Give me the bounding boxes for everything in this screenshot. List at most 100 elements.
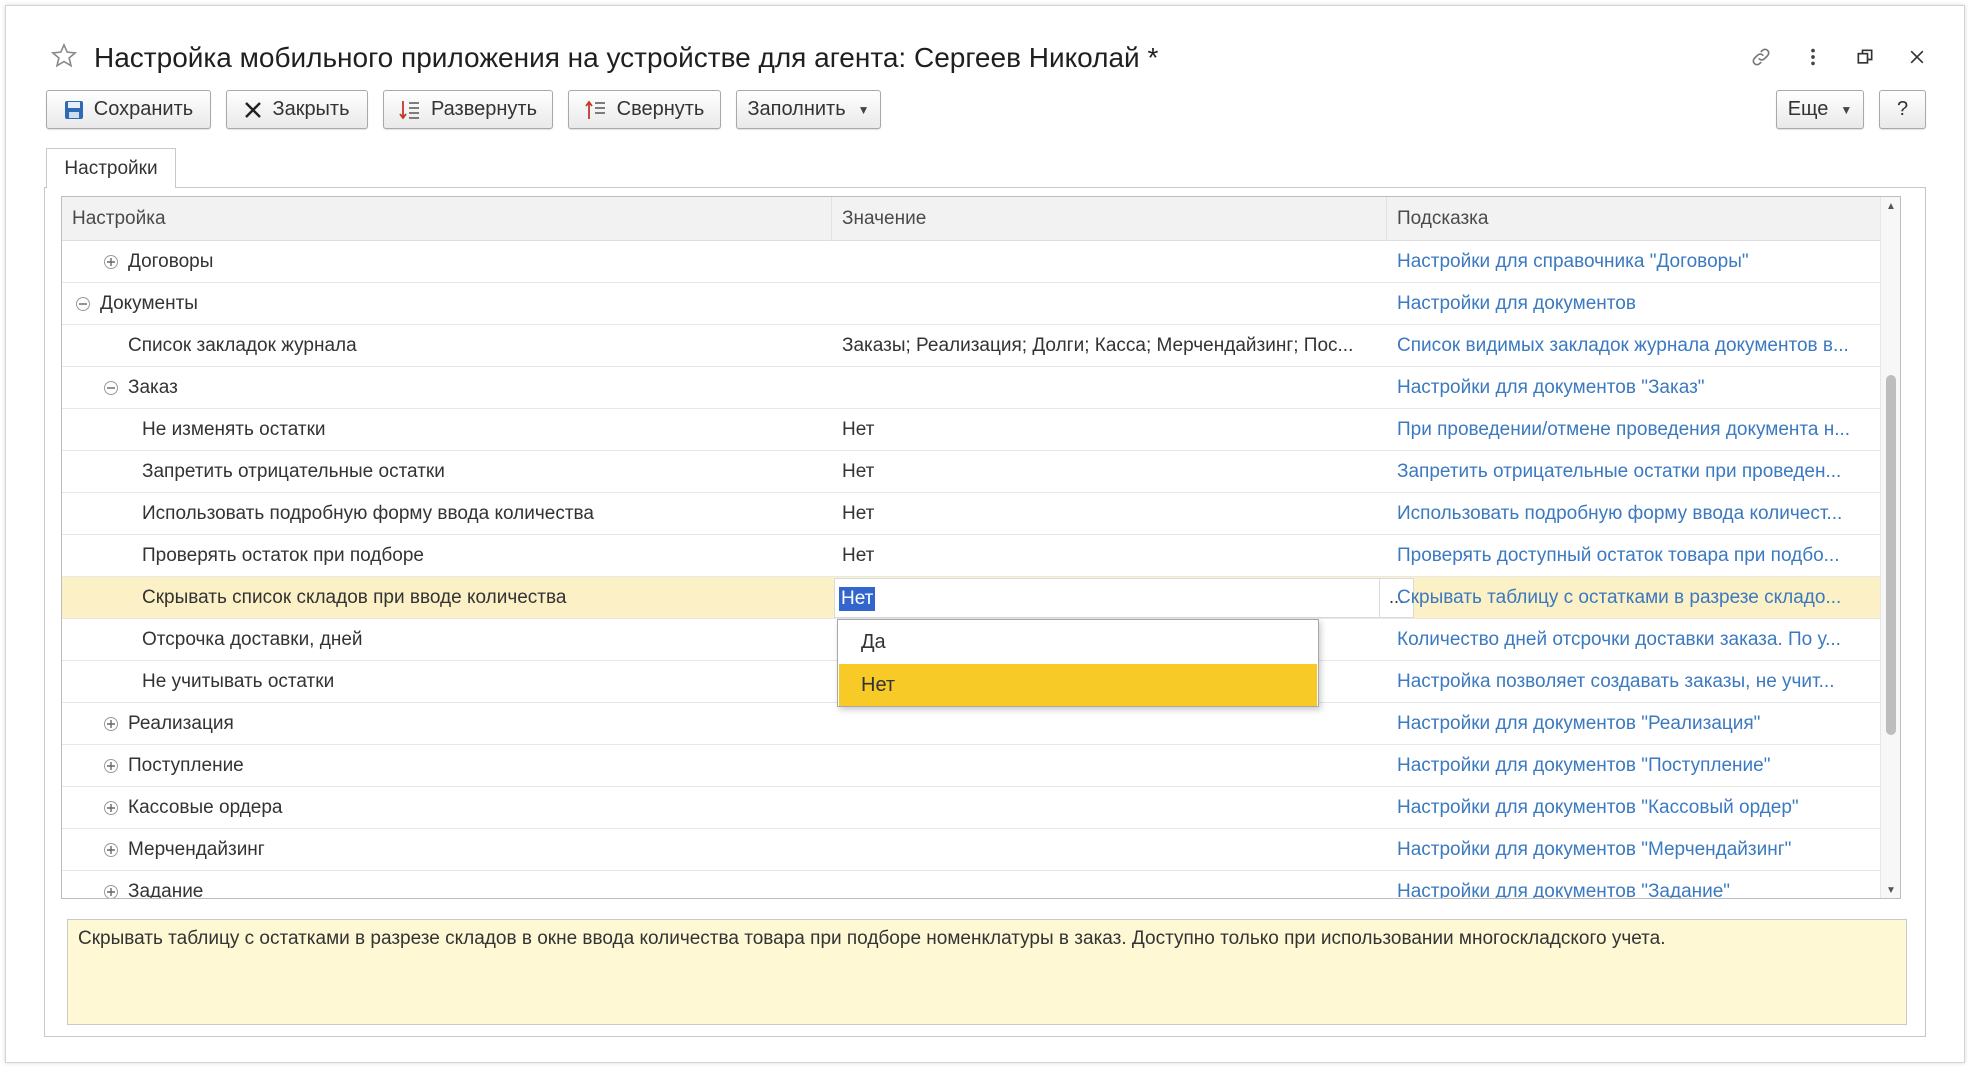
table-row[interactable]: Скрывать список складов при вводе количе… (62, 577, 1882, 619)
table-row[interactable]: Не изменять остатки Нет При проведении/отм… (62, 409, 1882, 451)
fill-button-label: Заполнить (747, 98, 846, 120)
setting-name: Список закладок журнала (128, 335, 357, 356)
plus-toggle-icon[interactable] (104, 717, 118, 731)
restore-icon[interactable] (1852, 44, 1878, 70)
table-row[interactable]: Документы Настройки для документов (62, 283, 1882, 325)
scroll-thumb[interactable] (1886, 375, 1896, 735)
setting-name: Отсрочка доставки, дней (142, 629, 363, 650)
setting-hint-link[interactable]: Настройки для документов "Реализация" (1387, 703, 1879, 745)
table-row[interactable]: Мерчендайзинг Настройки для документов "М… (62, 829, 1882, 871)
title-bar: Настройка мобильного приложения на устро… (6, 6, 1964, 86)
minus-toggle-icon[interactable] (76, 297, 90, 311)
close-x-icon (245, 101, 262, 118)
setting-value-cell[interactable] (832, 829, 1382, 871)
expand-button-label: Развернуть (430, 98, 537, 120)
table-row[interactable]: Использовать подробную форму ввода колич… (62, 493, 1882, 535)
setting-value-cell[interactable] (832, 745, 1382, 787)
close-button[interactable]: Закрыть (226, 90, 368, 129)
link-icon[interactable] (1748, 44, 1774, 70)
value-editor-text: Нет (839, 587, 876, 611)
plus-toggle-icon[interactable] (104, 759, 118, 773)
setting-name: Не учитывать остатки (142, 671, 335, 692)
setting-name-cell: Документы (62, 283, 830, 325)
setting-value-cell[interactable]: Заказы; Реализация; Долги; Касса; Мерчен… (832, 325, 1382, 367)
expand-icon (399, 100, 419, 119)
setting-hint-link[interactable]: Скрывать таблицу с остатками в разрезе с… (1387, 577, 1879, 619)
setting-hint-link[interactable]: Настройки для документов (1387, 283, 1879, 325)
setting-value-cell[interactable] (832, 703, 1382, 745)
setting-hint-link[interactable]: Количество дней отсрочки доставки заказа… (1387, 619, 1879, 661)
window-controls (1748, 44, 1930, 70)
value-editor-input[interactable]: Нет... (834, 578, 1414, 618)
column-header-setting[interactable]: Настройка (62, 197, 832, 241)
tab-settings[interactable]: Настройки (46, 148, 176, 188)
column-header-hint[interactable]: Подсказка (1387, 197, 1882, 241)
setting-name: Скрывать список складов при вводе количе… (142, 587, 567, 608)
plus-toggle-icon[interactable] (104, 801, 118, 815)
table-row[interactable]: Заказ Настройки для документов "Заказ" (62, 367, 1882, 409)
setting-name-cell: Кассовые ордера (62, 787, 830, 829)
table-row[interactable]: Кассовые ордера Настройки для документов … (62, 787, 1882, 829)
collapse-button[interactable]: Свернуть (568, 90, 721, 129)
more-button-label: Еще (1787, 98, 1829, 120)
fill-button[interactable]: Заполнить ▼ (736, 90, 881, 129)
dropdown-option-yes[interactable]: Да (839, 621, 1317, 663)
column-header-value[interactable]: Значение (832, 197, 1387, 241)
setting-name-cell: Список закладок журнала (62, 325, 830, 367)
table-row[interactable]: Проверять остаток при подборе Нет Проверят… (62, 535, 1882, 577)
help-button[interactable]: ? (1879, 90, 1926, 129)
setting-hint-link[interactable]: Список видимых закладок журнала документ… (1387, 325, 1879, 367)
scroll-down-icon[interactable]: ▼ (1881, 885, 1900, 896)
setting-value-cell[interactable] (832, 871, 1382, 898)
setting-name: Проверять остаток при подборе (142, 545, 424, 566)
setting-name-cell: Использовать подробную форму ввода колич… (62, 493, 830, 535)
setting-hint-link[interactable]: Настройка позволяет создавать заказы, не… (1387, 661, 1879, 703)
setting-name: Заказ (128, 377, 178, 398)
vertical-scrollbar[interactable]: ▲ ▼ (1880, 197, 1900, 898)
scroll-up-icon[interactable]: ▲ (1881, 201, 1900, 212)
setting-hint-link[interactable]: Настройки для документов "Задание" (1387, 871, 1879, 898)
setting-name: Документы (100, 293, 198, 314)
setting-value-cell[interactable]: Нет (832, 409, 1382, 451)
setting-hint-link[interactable]: Настройки для документов "Заказ" (1387, 367, 1879, 409)
setting-value-cell[interactable] (832, 787, 1382, 829)
more-button[interactable]: Еще ▼ (1776, 90, 1864, 129)
setting-hint-link[interactable]: Настройки для документов "Поступление" (1387, 745, 1879, 787)
setting-hint-link[interactable]: При проведении/отмене проведения докумен… (1387, 409, 1879, 451)
plus-toggle-icon[interactable] (104, 255, 118, 269)
setting-hint-link[interactable]: Использовать подробную форму ввода колич… (1387, 493, 1879, 535)
help-button-label: ? (1896, 98, 1909, 120)
table-row[interactable]: Список закладок журнала Заказы; Реализаци… (62, 325, 1882, 367)
more-vertical-icon[interactable] (1800, 44, 1826, 70)
setting-value-cell[interactable] (832, 241, 1382, 283)
table-row[interactable]: Поступление Настройки для документов "Пос… (62, 745, 1882, 787)
setting-name: Не изменять остатки (142, 419, 326, 440)
setting-value-cell[interactable] (832, 367, 1382, 409)
minus-toggle-icon[interactable] (104, 381, 118, 395)
setting-name-cell: Запретить отрицательные остатки (62, 451, 830, 493)
setting-hint-link[interactable]: Настройки для документов "Мерчендайзинг" (1387, 829, 1879, 871)
setting-hint-link[interactable]: Проверять доступный остаток товара при п… (1387, 535, 1879, 577)
setting-value-cell[interactable]: Нет (832, 451, 1382, 493)
plus-toggle-icon[interactable] (104, 885, 118, 898)
setting-value-cell[interactable]: Нет (832, 493, 1382, 535)
setting-name-cell: Заказ (62, 367, 830, 409)
setting-value-cell[interactable] (832, 283, 1382, 325)
setting-value-cell[interactable]: Нет (832, 535, 1382, 577)
setting-hint-link[interactable]: Настройки для справочника "Договоры" (1387, 241, 1879, 283)
star-icon[interactable] (50, 42, 78, 70)
setting-name-cell: Не изменять остатки (62, 409, 830, 451)
plus-toggle-icon[interactable] (104, 843, 118, 857)
table-row[interactable]: Запретить отрицательные остатки Нет Запрет… (62, 451, 1882, 493)
table-row[interactable]: Договоры Настройки для справочника "Догов… (62, 241, 1882, 283)
dropdown-option-no[interactable]: Нет (839, 664, 1317, 706)
setting-name-cell: Мерчендайзинг (62, 829, 830, 871)
setting-hint-link[interactable]: Запретить отрицательные остатки при пров… (1387, 451, 1879, 493)
table-row[interactable]: Реализация Настройки для документов "Реал… (62, 703, 1882, 745)
close-icon[interactable] (1904, 44, 1930, 70)
setting-hint-link[interactable]: Настройки для документов "Кассовый ордер… (1387, 787, 1879, 829)
save-button[interactable]: Сохранить (46, 90, 211, 129)
save-button-label: Сохранить (93, 98, 194, 120)
table-row[interactable]: Задание Настройки для документов "Задание… (62, 871, 1882, 898)
expand-button[interactable]: Развернуть (383, 90, 553, 129)
